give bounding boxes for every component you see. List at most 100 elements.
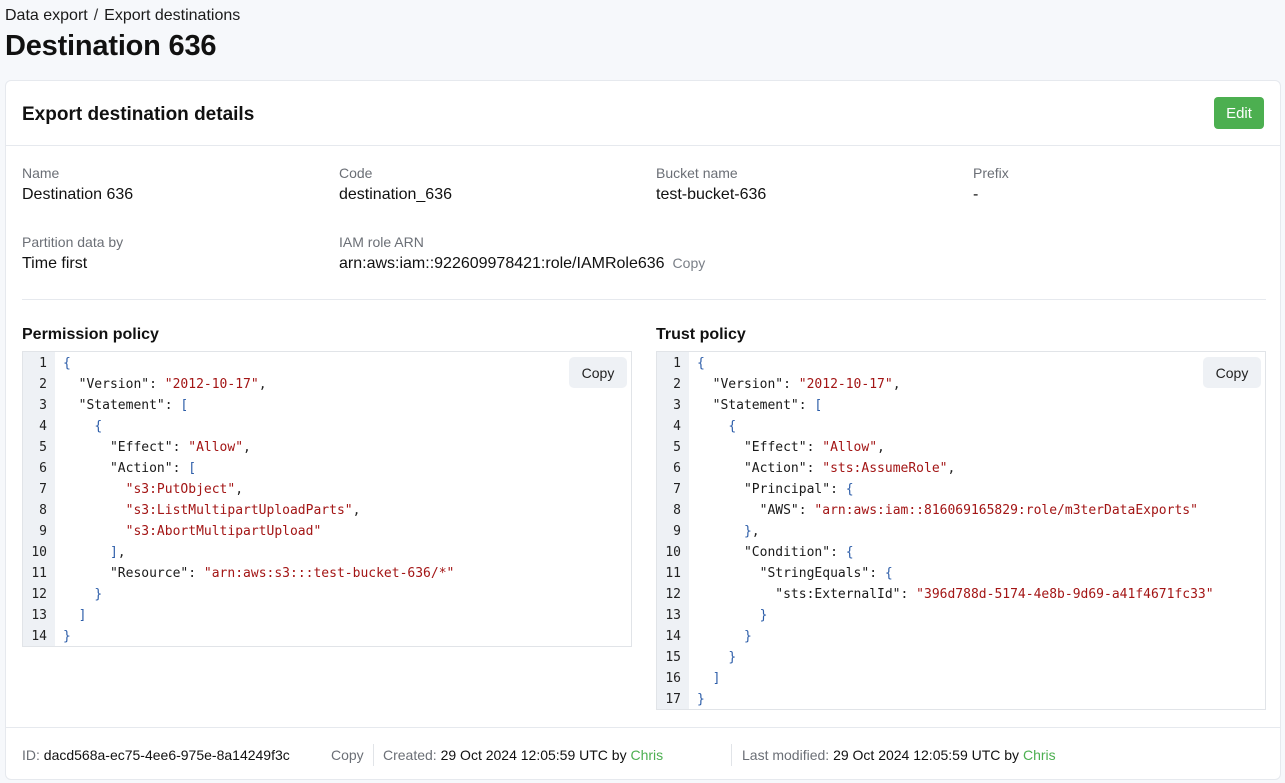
code-text: ] bbox=[78, 608, 87, 623]
line-number: 17 bbox=[665, 692, 681, 707]
footer-id-label: ID: bbox=[22, 747, 40, 763]
line-number: 2 bbox=[673, 377, 681, 392]
code-text: { bbox=[63, 356, 71, 371]
code-line: 10 "Condition": { bbox=[657, 542, 854, 563]
code-text: "s3:AbortMultipartUpload" bbox=[125, 524, 322, 539]
card-footer: ID: dacd568a-ec75-4ee6-975e-8a14249f3c C… bbox=[6, 727, 1280, 780]
code-line: 13 ] bbox=[23, 605, 86, 626]
code-line: 11 "StringEquals": { bbox=[657, 563, 893, 584]
trust-policy-copy-button[interactable]: Copy bbox=[1203, 357, 1261, 388]
line-number: 9 bbox=[39, 524, 47, 539]
field-bucket-label: Bucket name bbox=[656, 165, 738, 181]
code-text: "Action": [ bbox=[109, 461, 197, 476]
line-number: 2 bbox=[39, 377, 47, 392]
line-number: 9 bbox=[673, 524, 681, 539]
code-text: "Action": "sts:AssumeRole", bbox=[743, 461, 956, 476]
line-number: 3 bbox=[673, 398, 681, 413]
code-text: "Condition": { bbox=[743, 545, 854, 560]
line-number: 5 bbox=[673, 440, 681, 455]
code-line: 8 "AWS": "arn:aws:iam::816069165829:role… bbox=[657, 500, 1198, 521]
footer-id: ID: dacd568a-ec75-4ee6-975e-8a14249f3c bbox=[22, 747, 290, 763]
field-prefix: Prefix - bbox=[973, 165, 1009, 204]
code-text: ] bbox=[712, 671, 721, 686]
code-line: 14} bbox=[23, 626, 70, 646]
footer-modified: Last modified: 29 Oct 2024 12:05:59 UTC … bbox=[742, 747, 1056, 763]
code-line: 14 } bbox=[657, 626, 751, 647]
line-number: 1 bbox=[39, 356, 47, 371]
code-line: 1{ bbox=[23, 353, 71, 374]
code-text: "Version": "2012-10-17", bbox=[712, 377, 901, 392]
code-line: 10 ], bbox=[23, 542, 125, 563]
code-text: "AWS": "arn:aws:iam::816069165829:role/m… bbox=[759, 503, 1198, 518]
line-number: 15 bbox=[665, 650, 681, 665]
line-number: 14 bbox=[665, 629, 681, 644]
code-line: 3 "Statement": [ bbox=[23, 395, 188, 416]
footer-modified-label: Last modified: bbox=[742, 747, 830, 763]
code-line: 6 "Action": "sts:AssumeRole", bbox=[657, 458, 955, 479]
line-number: 11 bbox=[665, 566, 681, 581]
field-iam-value-row: arn:aws:iam::922609978421:role/IAMRole63… bbox=[339, 255, 705, 273]
line-number: 1 bbox=[673, 356, 681, 371]
footer-modified-by-link[interactable]: Chris bbox=[1023, 747, 1056, 763]
code-line: 15 } bbox=[657, 647, 736, 668]
breadcrumb-current[interactable]: Export destinations bbox=[104, 7, 240, 25]
line-number: 5 bbox=[39, 440, 47, 455]
footer-copy-id-button[interactable]: Copy bbox=[331, 747, 364, 763]
line-number: 7 bbox=[39, 482, 47, 497]
code-line: 2 "Version": "2012-10-17", bbox=[657, 374, 901, 395]
code-text: }, bbox=[743, 524, 760, 539]
breadcrumb-link-data-export[interactable]: Data export bbox=[5, 7, 88, 25]
trust-policy-code[interactable]: 1{2 "Version": "2012-10-17", 3 "Statement… bbox=[656, 351, 1266, 710]
field-iam-label: IAM role ARN bbox=[339, 234, 424, 250]
line-number: 10 bbox=[665, 545, 681, 560]
field-bucket: Bucket name test-bucket-636 bbox=[656, 165, 766, 204]
iam-copy-button[interactable]: Copy bbox=[673, 255, 706, 271]
field-name-label: Name bbox=[22, 165, 60, 181]
code-text: "Statement": [ bbox=[78, 398, 189, 413]
code-line: 1{ bbox=[657, 353, 705, 374]
breadcrumb: Data export / Export destinations bbox=[5, 7, 240, 25]
code-line: 3 "Statement": [ bbox=[657, 395, 822, 416]
code-text: "StringEquals": { bbox=[759, 566, 893, 581]
code-text: } bbox=[94, 587, 103, 602]
code-text: "s3:ListMultipartUploadParts", bbox=[125, 503, 361, 518]
page-title: Destination 636 bbox=[5, 30, 217, 62]
line-number: 16 bbox=[665, 671, 681, 686]
card-header: Export destination details Edit bbox=[6, 81, 1280, 146]
code-text: } bbox=[759, 608, 768, 623]
line-number: 3 bbox=[39, 398, 47, 413]
code-line: 11 "Resource": "arn:aws:s3:::test-bucket… bbox=[23, 563, 454, 584]
field-partition-label: Partition data by bbox=[22, 234, 124, 250]
field-prefix-label: Prefix bbox=[973, 165, 1009, 181]
line-number: 8 bbox=[39, 503, 47, 518]
permission-policy-title: Permission policy bbox=[22, 326, 159, 343]
code-text: "Effect": "Allow", bbox=[743, 440, 885, 455]
code-line: 16 ] bbox=[657, 668, 720, 689]
field-prefix-value: - bbox=[973, 186, 979, 203]
footer-created-label: Created: bbox=[383, 747, 437, 763]
code-text: } bbox=[728, 650, 737, 665]
code-text: "Resource": "arn:aws:s3:::test-bucket-63… bbox=[109, 566, 455, 581]
permission-policy-copy-button[interactable]: Copy bbox=[569, 357, 627, 388]
code-text: "Principal": { bbox=[743, 482, 854, 497]
edit-button[interactable]: Edit bbox=[1214, 97, 1264, 129]
code-line: 5 "Effect": "Allow", bbox=[23, 437, 251, 458]
footer-created-by-link[interactable]: Chris bbox=[630, 747, 663, 763]
line-number: 7 bbox=[673, 482, 681, 497]
line-number: 12 bbox=[665, 587, 681, 602]
field-code: Code destination_636 bbox=[339, 165, 452, 204]
code-text: "Version": "2012-10-17", bbox=[78, 377, 267, 392]
permission-policy-code[interactable]: 1{2 "Version": "2012-10-17", 3 "Statement… bbox=[22, 351, 632, 647]
line-number: 13 bbox=[665, 608, 681, 623]
code-text: } bbox=[697, 692, 705, 707]
field-code-value: destination_636 bbox=[339, 186, 452, 203]
line-number: 8 bbox=[673, 503, 681, 518]
code-line: 17} bbox=[657, 689, 705, 709]
field-bucket-value: test-bucket-636 bbox=[656, 186, 767, 203]
line-number: 12 bbox=[31, 587, 47, 602]
code-text: "s3:PutObject", bbox=[125, 482, 244, 497]
field-iam-role: IAM role ARN arn:aws:iam::922609978421:r… bbox=[339, 234, 705, 273]
code-line: 12 "sts:ExternalId": "396d788d-5174-4e8b… bbox=[657, 584, 1213, 605]
line-number: 14 bbox=[31, 629, 47, 644]
code-line: 9 }, bbox=[657, 521, 760, 542]
